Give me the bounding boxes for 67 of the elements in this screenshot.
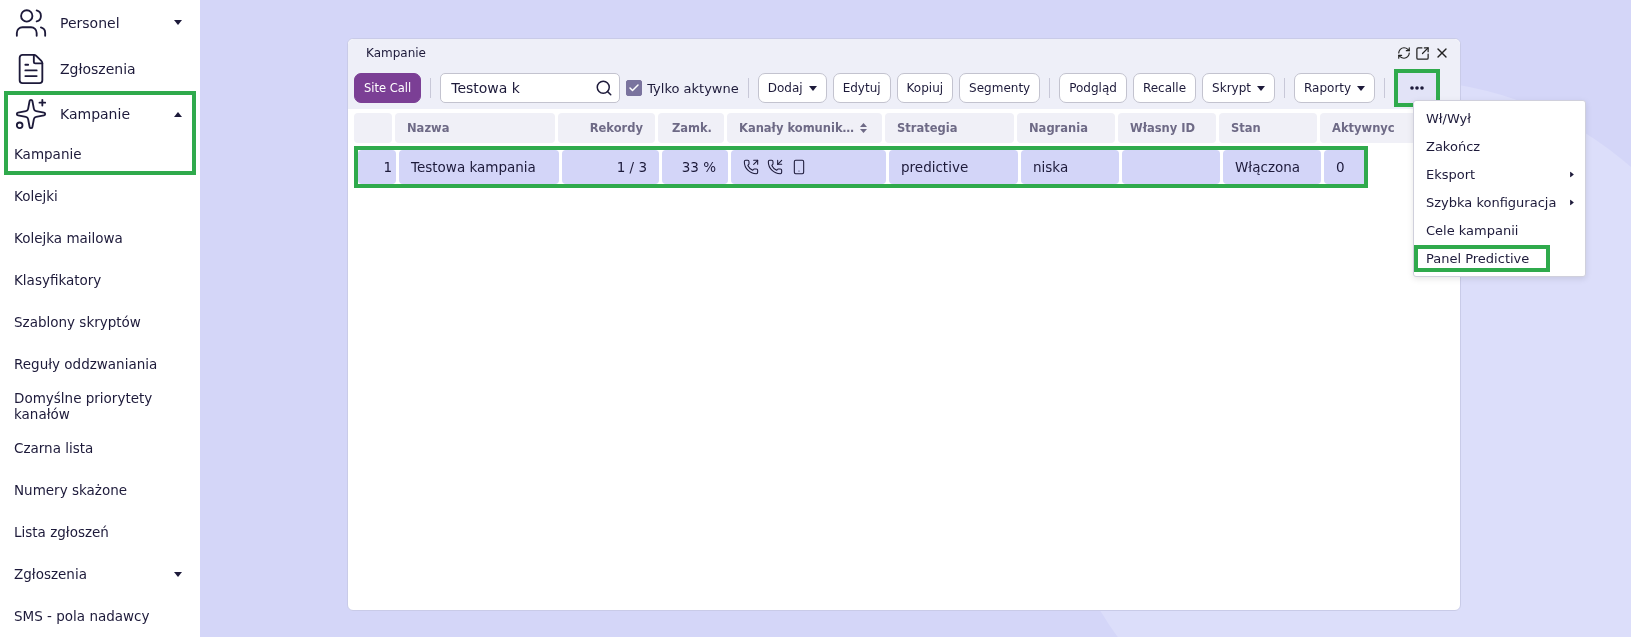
search-field[interactable]: Testowa k xyxy=(440,73,621,103)
caret-icon xyxy=(174,111,182,117)
sidebar-item[interactable]: Reguły oddzwaniania xyxy=(4,343,196,385)
table-cell: 33 % xyxy=(662,150,728,184)
table-cell: 0 xyxy=(1324,150,1364,184)
table-row[interactable]: 1 Testowa kampania 1 / 3 33 % predictive niska Włączona 0 xyxy=(358,150,1364,184)
column-header[interactable]: Własny ID xyxy=(1118,113,1216,143)
phone-icon xyxy=(791,159,807,175)
table-cell: predictive xyxy=(889,150,1018,184)
column-header[interactable]: Kanały komunik… xyxy=(727,113,882,143)
search-icon xyxy=(595,79,614,97)
menu-item[interactable]: Panel Predictive xyxy=(1414,245,1550,272)
outgoing-call-icon xyxy=(743,159,759,175)
toolbar-button[interactable]: Recalle xyxy=(1132,73,1197,103)
toolbar-button[interactable]: Dodaj xyxy=(757,73,827,103)
table-cell: Włączona xyxy=(1223,150,1321,184)
toolbar-button[interactable]: Segmenty xyxy=(959,73,1041,103)
sidebar-item[interactable]: Domyślne priorytety kanałów xyxy=(4,385,196,427)
ellipsis-icon xyxy=(1410,86,1425,90)
refresh-icon xyxy=(1397,46,1411,60)
toolbar-button[interactable]: Podgląd xyxy=(1059,73,1127,103)
check-icon xyxy=(628,82,641,94)
menu-item[interactable]: Szybka konfiguracja xyxy=(1414,189,1585,216)
menu-item[interactable]: Eksport xyxy=(1414,161,1585,188)
column-header[interactable]: Zamk. xyxy=(658,113,724,143)
site-call-button[interactable]: Site Call xyxy=(354,73,422,103)
sidebar-item[interactable]: Lista zgłoszeń xyxy=(4,511,196,553)
sidebar-item[interactable]: Personel xyxy=(4,0,196,46)
toolbar-button[interactable]: Edytuj xyxy=(832,73,891,103)
sidebar-item[interactable]: Czarna lista xyxy=(4,427,196,469)
caret-icon xyxy=(174,571,182,577)
column-header[interactable]: Nazwa xyxy=(395,113,555,143)
refresh-button[interactable] xyxy=(1395,46,1413,60)
sidebar-item[interactable]: Zgłoszenia xyxy=(4,553,196,595)
toolbar-button[interactable]: Kopiuj xyxy=(896,73,954,103)
active-only-checkbox[interactable]: Tylko aktywne xyxy=(626,80,739,96)
column-header[interactable]: Rekordy xyxy=(558,113,655,143)
column-header[interactable]: Stan xyxy=(1219,113,1317,143)
incoming-call-icon xyxy=(767,159,783,175)
toolbar-button[interactable]: Raporty xyxy=(1294,73,1376,103)
sparkle-icon xyxy=(14,97,48,132)
row-number: 1 xyxy=(358,150,396,184)
caret-icon xyxy=(174,20,182,26)
table-cell: 1 / 3 xyxy=(562,150,659,184)
sidebar-item[interactable]: Szablony skryptów xyxy=(4,301,196,343)
more-button[interactable] xyxy=(1394,69,1441,107)
toolbar-button[interactable]: Skrypt xyxy=(1202,73,1276,103)
table-cell: Testowa kampania xyxy=(399,150,559,184)
popout-button[interactable] xyxy=(1413,45,1432,61)
popout-icon xyxy=(1415,45,1430,61)
caret-icon xyxy=(1357,85,1366,91)
sidebar-item[interactable]: Klasyfikatory xyxy=(4,259,196,301)
table-cell: niska xyxy=(1021,150,1119,184)
sidebar-item[interactable]: Kolejki xyxy=(4,175,196,217)
sort-icon xyxy=(860,123,868,133)
sidebar-item[interactable]: Numery skażone xyxy=(4,469,196,511)
column-header[interactable]: Strategia xyxy=(885,113,1014,143)
caret-icon xyxy=(1257,85,1266,91)
column-header[interactable]: Nagrania xyxy=(1017,113,1115,143)
submenu-caret-icon xyxy=(1569,199,1575,206)
sidebar-item[interactable]: SMS - pola nadawcy xyxy=(4,595,196,637)
window-title: Kampanie xyxy=(366,46,427,60)
sidebar-item[interactable]: Zgłoszenia xyxy=(4,45,196,92)
sidebar-item[interactable]: Kolejka mailowa xyxy=(4,217,196,259)
menu-item[interactable]: Cele kampanii xyxy=(1414,217,1585,244)
submenu-caret-icon xyxy=(1569,171,1575,178)
caret-icon xyxy=(808,85,817,91)
